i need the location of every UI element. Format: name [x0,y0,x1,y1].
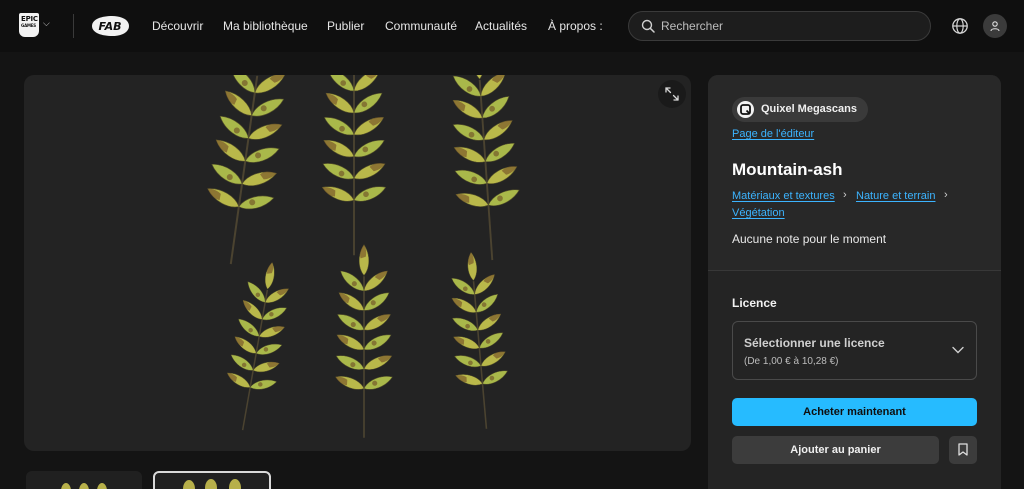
bookmark-button[interactable] [949,436,977,464]
chevron-right-icon: › [843,189,847,201]
breadcrumb-materials[interactable]: Matériaux et textures [732,190,835,202]
publisher-chip[interactable]: Quixel Megascans [732,97,868,122]
leaf-4 [216,258,298,435]
search-icon [641,19,655,33]
gallery-thumbnail-2[interactable] [153,471,271,489]
product-image-gallery[interactable] [24,75,691,451]
licence-heading: Licence [732,296,777,310]
product-info: Quixel Megascans Page de l'éditeur Mount… [708,75,1001,271]
product-title: Mountain-ash [732,160,843,179]
publisher-name: Quixel Megascans [761,103,857,115]
nav-link-about[interactable]: À propos : [548,19,603,33]
thumbnail-image [61,483,107,489]
nav-link-publish[interactable]: Publier [327,19,364,33]
search-input[interactable] [661,12,921,40]
bookmark-icon [958,443,968,456]
chevron-down-icon[interactable]: ⌵ [43,18,50,29]
leaf-5 [334,245,394,438]
product-image [24,75,691,451]
user-icon [990,21,1000,32]
chevron-down-icon [952,346,964,354]
search-bar[interactable] [628,11,931,41]
expand-icon [665,87,679,101]
leaf-2 [320,75,387,255]
top-navigation: EPIC GAMES ⌵ FAB Découvrir Ma bibliothèq… [0,0,1024,52]
publisher-page-link[interactable]: Page de l'éditeur [732,128,814,140]
epic-logo-subtext: GAMES [21,23,36,28]
gallery-thumbnail-1[interactable] [26,471,142,489]
breadcrumb-vegetation[interactable]: Végétation [732,207,785,219]
leaf-6 [443,250,514,431]
breadcrumb-nature[interactable]: Nature et terrain [856,190,935,202]
epic-games-logo[interactable]: EPIC GAMES [19,13,39,37]
globe-icon[interactable] [951,17,969,35]
user-avatar[interactable] [983,14,1007,38]
rating-status: Aucune note pour le moment [732,232,887,246]
nav-link-community[interactable]: Communauté [385,19,457,33]
leaf-1 [196,75,298,269]
add-to-cart-button[interactable]: Ajouter au panier [732,436,939,464]
fab-logo-text: FAB [99,20,122,33]
licence-price-range: (De 1,00 € à 10,28 €) [744,356,839,367]
epic-logo-text: EPIC [21,15,38,23]
thumbnail-image [183,479,241,489]
expand-button[interactable] [658,80,686,108]
buy-now-button[interactable]: Acheter maintenant [732,398,977,426]
nav-divider [73,14,74,38]
chevron-right-icon: › [944,189,948,201]
fab-logo[interactable]: FAB [90,15,130,37]
nav-link-news[interactable]: Actualités [475,19,527,33]
leaf-3 [444,75,526,262]
licence-select[interactable]: Sélectionner une licence (De 1,00 € à 10… [732,321,977,380]
megascans-icon [737,101,754,118]
nav-link-library[interactable]: Ma bibliothèque [223,19,308,33]
licence-select-title: Sélectionner une licence [744,336,885,350]
product-panel: Quixel Megascans Page de l'éditeur Mount… [708,75,1001,489]
nav-link-discover[interactable]: Découvrir [152,19,203,33]
